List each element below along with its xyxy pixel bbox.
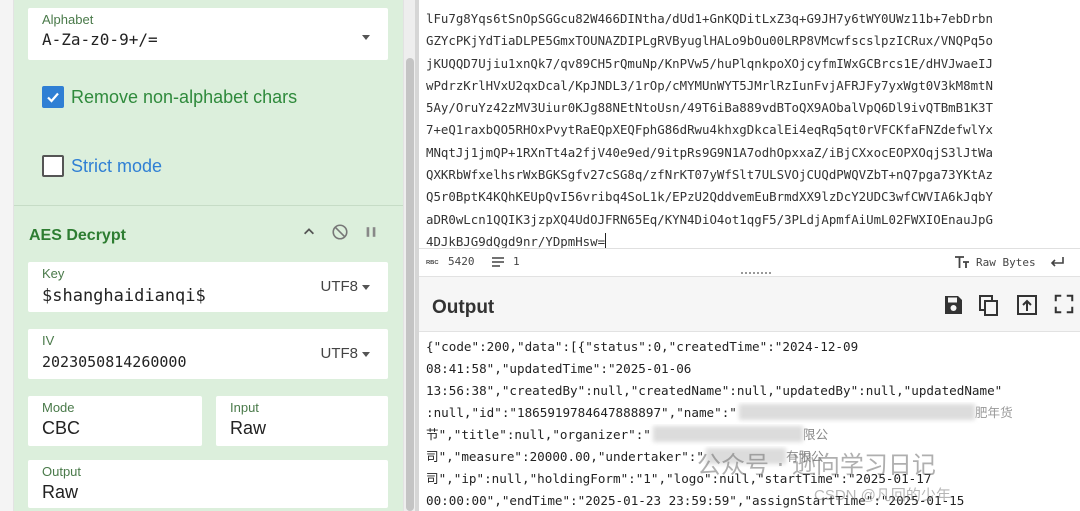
output-line: 节","title":null,"organizer":" 限公 — [426, 424, 1078, 446]
raw-bytes-label: Raw Bytes — [976, 255, 1036, 269]
raw-bytes-toggle[interactable]: Raw Bytes — [954, 255, 1036, 269]
alphabet-value: A-Za-z0-9+/= — [42, 30, 158, 49]
checkmark-icon — [47, 92, 59, 103]
return-arrow-icon — [1050, 257, 1064, 267]
input-line-text: 4DJkBJG9dQgd9nr/YDpmHsw= — [426, 233, 606, 249]
copy-icon[interactable] — [977, 293, 1001, 317]
alphabet-label: Alphabet — [42, 12, 94, 27]
chevron-down-icon — [362, 34, 370, 40]
input-textarea[interactable]: lFu7g8Yqs6tSnOpSGGcu82W466DINtha/dUd1+Gn… — [426, 8, 1078, 253]
output-line: {"code":200,"data":[{"status":0,"created… — [426, 339, 859, 354]
iv-field[interactable]: IV 2023050814260000 UTF8 — [28, 329, 388, 379]
remove-non-alphabet-checkbox[interactable] — [42, 86, 64, 108]
output-format-value: Raw — [42, 482, 79, 502]
svg-text:RBC: RBC — [426, 260, 439, 266]
recipe-scrollbar-thumb[interactable] — [406, 58, 414, 511]
mode-label: Mode — [42, 400, 75, 415]
operations-collapsed-strip — [0, 0, 14, 511]
iv-encoding-value: UTF8 — [320, 345, 359, 362]
output-format-field[interactable]: Output Raw — [28, 460, 388, 508]
text-format-icon — [955, 256, 969, 268]
input-line: 5Ay/OruYz42zMV3Uiur0KJg88NEtNtoUsn/49T6i… — [426, 100, 993, 116]
abc-icon: RBC — [426, 260, 439, 266]
mode-value: CBC — [42, 418, 81, 438]
eol-indicator[interactable] — [1049, 255, 1065, 269]
input-line: lFu7g8Yqs6tSnOpSGGcu82W466DINtha/dUd1+Gn… — [426, 11, 993, 26]
output-line-fragment: 限公 — [802, 427, 829, 442]
lines-stat: 1 — [491, 255, 520, 268]
strict-mode-checkbox[interactable] — [42, 155, 64, 177]
key-encoding-dropdown[interactable]: UTF8 — [320, 278, 370, 295]
chevron-down-icon — [362, 351, 370, 357]
recipe-panel: Alphabet A-Za-z0-9+/= Remove non-alphabe… — [0, 0, 415, 511]
output-line: 00:00:00","endTime":"2025-01-23 23:59:59… — [426, 493, 965, 508]
lines-icon — [492, 256, 504, 267]
output-line-text: ","measure":20000.00,"undertaker":" — [438, 449, 704, 464]
input-line: aDR0wLcn1QQIK3jzpXQ4UdOJFRN65Eq/KYN4DiO4… — [426, 211, 993, 227]
input-line: 7+eQ1raxbQO5RHOxPvytRaEQpXEQFphG86dRwu4k… — [426, 122, 993, 138]
output-line-text: :null,"id":"1865919784647888897","name":… — [426, 405, 737, 420]
key-value: $shanghaidianqi$ — [42, 286, 206, 306]
text-cursor — [605, 232, 607, 248]
output-line-text: 节","title":null,"organizer":" — [426, 427, 651, 442]
chevron-up-icon[interactable] — [299, 222, 319, 242]
input-status-bar: RBC 5420 1 Raw Bytes — [419, 248, 1080, 272]
watermark-sub: CSDN @凡回的少年 — [814, 487, 951, 504]
redacted-text — [652, 426, 803, 442]
aes-decrypt-title: AES Decrypt — [29, 227, 126, 244]
remove-non-alphabet-label: Remove non-alphabet chars — [71, 86, 298, 107]
output-format-label: Output — [42, 464, 82, 479]
iv-encoding-dropdown[interactable]: UTF8 — [320, 345, 370, 362]
input-format-label: Input — [230, 400, 259, 415]
strict-mode-option[interactable]: Strict mode — [42, 154, 162, 178]
lines-value: 1 — [513, 255, 520, 268]
key-encoding-value: UTF8 — [320, 278, 359, 295]
output-header: Output — [419, 276, 1080, 332]
iv-value: 2023050814260000 — [42, 353, 187, 371]
mode-field[interactable]: Mode CBC — [28, 396, 202, 446]
alphabet-field[interactable]: Alphabet A-Za-z0-9+/= — [28, 8, 388, 60]
output-line: 13:56:38","createdBy":null,"createdName"… — [426, 383, 1003, 398]
length-stat: RBC 5420 — [426, 255, 475, 268]
output-line-fragment: 肥年货 — [974, 405, 1013, 420]
input-line: MNqtJj1jmQP+1RXnTt4a2fjV40e9ed/9itpRs9G9… — [426, 144, 993, 160]
output-line-fragment: 司 — [426, 471, 439, 486]
remove-non-alphabet-option[interactable]: Remove non-alphabet chars — [42, 85, 297, 109]
watermark: 公众号 · 逊向学习日记 — [697, 451, 936, 479]
iv-label: IV — [42, 333, 55, 348]
pause-icon[interactable] — [361, 222, 381, 242]
recipe-scrollbar[interactable] — [403, 0, 415, 511]
input-line: QXKRbWfxelhsrWxBGKSgfv27cSG8q/zfNrKT07yW… — [426, 167, 993, 183]
redacted-text — [738, 404, 975, 420]
input-format-value: Raw — [230, 418, 267, 438]
output-line: :null,"id":"1865919784647888897","name":… — [426, 402, 1078, 424]
input-line: jKUQQD7Ujiu1xnQk7/qv89CH5rQmuNp/KnPVw5/h… — [426, 55, 993, 71]
length-value: 5420 — [448, 255, 475, 268]
output-line-fragment: 司 — [426, 449, 439, 464]
input-line: GZYcPKjYdTiaDLPE5GmxTOUNAZDIPLgRVByuglHA… — [426, 33, 993, 49]
save-icon[interactable] — [941, 293, 965, 317]
output-line: 08:41:58","updatedTime":"2025-01-06 — [426, 361, 692, 376]
alphabet-dropdown[interactable] — [358, 28, 370, 45]
replace-input-icon[interactable] — [1015, 293, 1039, 317]
aes-decrypt-header: AES Decrypt — [14, 205, 403, 261]
key-label: Key — [42, 266, 65, 281]
output-title: Output — [432, 297, 495, 318]
input-line: Q5r0BptK4KQhKEUpQvI56vribq4SoL1k/EPzU2Qd… — [426, 189, 993, 205]
chevron-down-icon — [362, 284, 370, 290]
strict-mode-label: Strict mode — [71, 155, 163, 176]
input-line: wPdrzKrlHVxU2qxDcal/KpJNDL3/1rOp/cMYMUnW… — [426, 77, 993, 93]
output-textarea[interactable]: {"code":200,"data":[{"status":0,"created… — [426, 336, 1078, 511]
disable-icon[interactable] — [330, 222, 350, 242]
key-field[interactable]: Key $shanghaidianqi$ UTF8 — [28, 262, 388, 312]
maximise-icon[interactable] — [1053, 293, 1077, 317]
io-panel: lFu7g8Yqs6tSnOpSGGcu82W466DINtha/dUd1+Gn… — [419, 0, 1080, 511]
input-format-field[interactable]: Input Raw — [216, 396, 388, 446]
